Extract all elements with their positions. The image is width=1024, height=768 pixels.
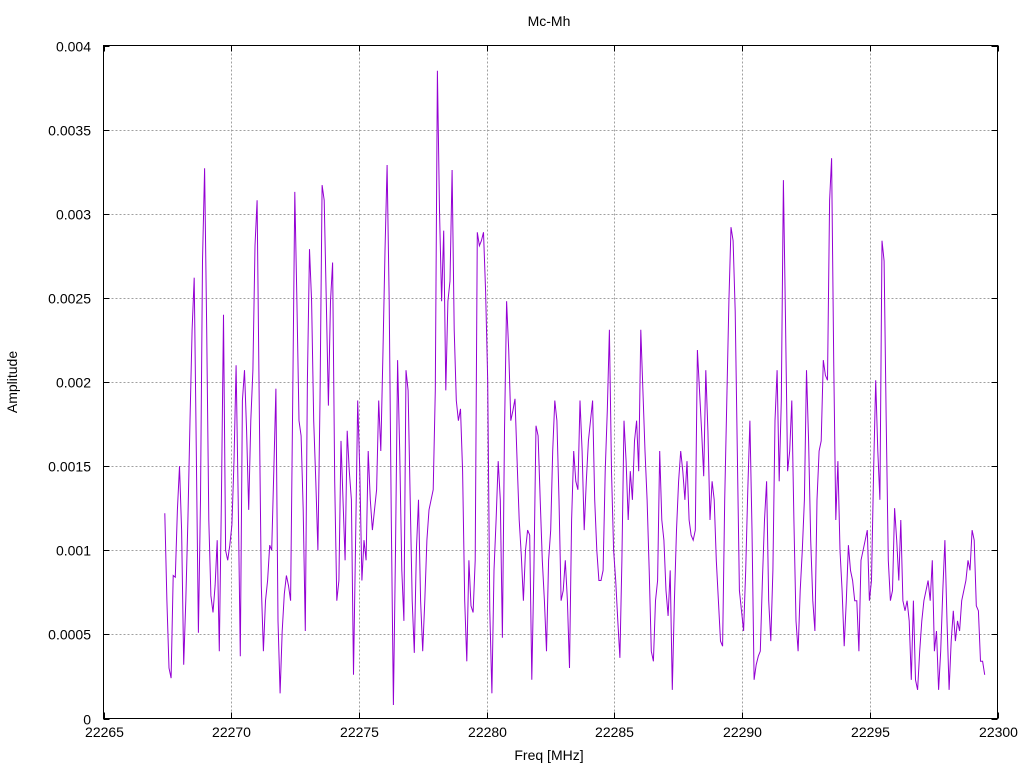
- x-tick-label: 22295: [851, 724, 890, 740]
- series-line-mc-mh: [164, 70, 986, 706]
- y-tick-label: 0.004: [56, 39, 91, 55]
- y-tick-label: 0.001: [56, 543, 91, 559]
- series-layer: [164, 70, 986, 706]
- x-tick-label: 22280: [468, 724, 507, 740]
- y-tick-label: 0.0005: [48, 627, 91, 643]
- y-tick-label: 0.002: [56, 375, 91, 391]
- x-tick-label: 22290: [723, 724, 762, 740]
- x-tick-label: 22270: [212, 724, 251, 740]
- y-tick-label: 0.0025: [48, 291, 91, 307]
- x-tick-label: 22285: [595, 724, 634, 740]
- chart-title: Mc-Mh: [528, 13, 571, 29]
- chart: 22265 22270 22275 22280 22285 22290 22295 22300…: [4, 13, 1018, 763]
- x-axis-label: Freq [MHz]: [514, 747, 583, 763]
- x-tick-label: 22275: [340, 724, 379, 740]
- x-tick-label: 22300: [979, 724, 1018, 740]
- y-tick-label: 0.0035: [48, 123, 91, 139]
- plot-border: [103, 45, 998, 719]
- grid: [103, 45, 998, 719]
- y-axis-label: Amplitude: [4, 351, 20, 413]
- y-tick-label: 0.0015: [48, 459, 91, 475]
- y-tick-label: 0.003: [56, 207, 91, 223]
- y-tick-label: 0: [83, 712, 91, 728]
